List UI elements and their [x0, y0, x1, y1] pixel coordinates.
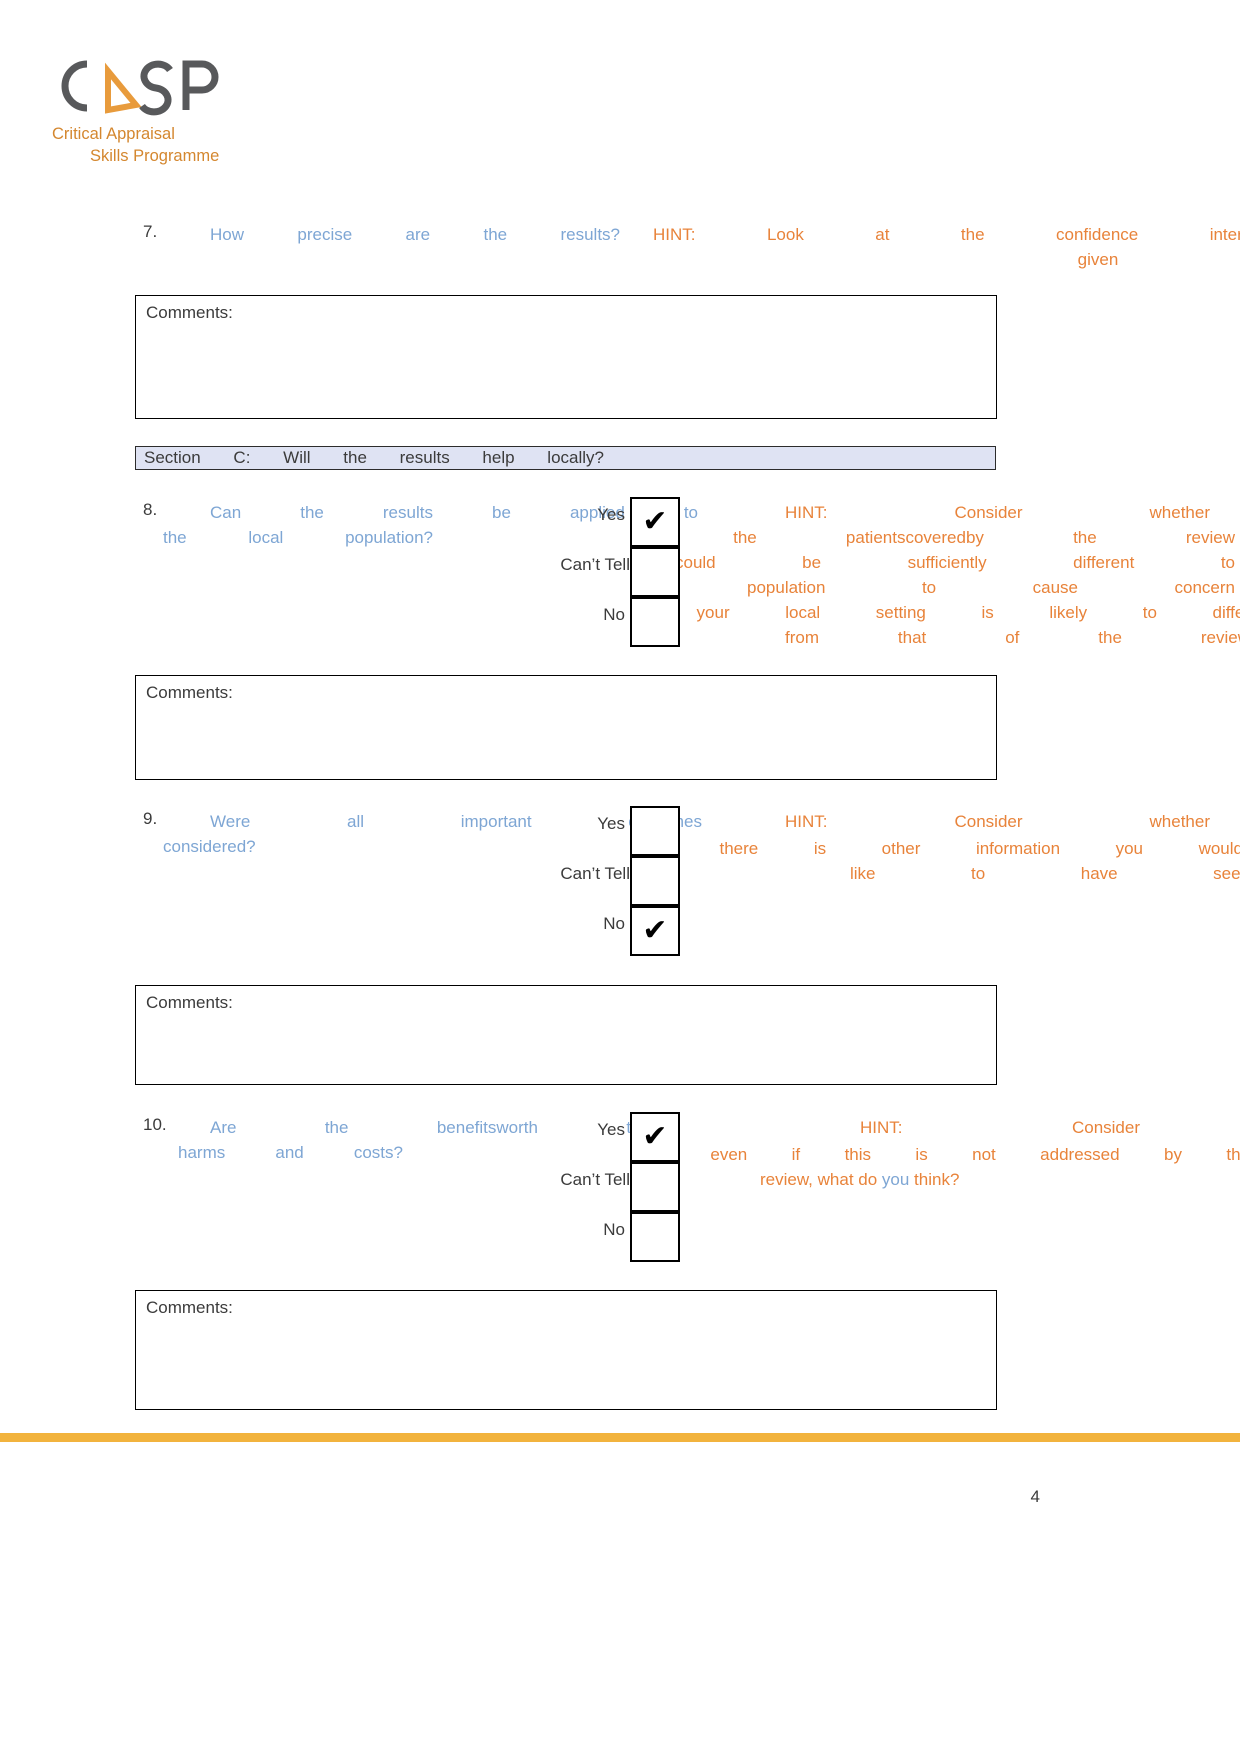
comments-box-9[interactable]: Comments: — [135, 985, 997, 1085]
question-10-answer-no-label: No — [603, 1220, 625, 1239]
question-10-checkbox-no[interactable] — [630, 1212, 680, 1262]
question-9-hint-line2: • there is other information you would — [658, 839, 1240, 858]
question-9-answers: Yes Can’t Tell No ✔ — [530, 806, 740, 956]
question-9-answer-yes[interactable]: Yes — [530, 806, 740, 856]
check-icon: ✔ — [642, 1119, 668, 1154]
logo-tagline-line1: Critical Appraisal — [52, 125, 175, 143]
question-8-hint-line4: population to cause concern — [747, 578, 1235, 597]
question-10-number: 10. — [143, 1115, 167, 1134]
question-8-checkbox-no[interactable] — [630, 597, 680, 647]
question-8-answer-no[interactable]: No — [530, 597, 740, 647]
question-10-hint-you: you — [881, 1170, 910, 1189]
question-9-answer-cant-tell[interactable]: Can’t Tell — [530, 856, 740, 906]
question-10-answer-cant-tell-label: Can’t Tell — [560, 1170, 630, 1189]
question-8-answer-cant-tell-label: Can’t Tell — [560, 555, 630, 574]
casp-wordmark-icon — [61, 60, 219, 116]
question-7-hint-line2: given — [1077, 250, 1119, 269]
comments-box-10[interactable]: Comments: — [135, 1290, 997, 1410]
question-7-number: 7. — [143, 222, 158, 241]
casp-logo-tagline: Critical Appraisal Skills Programme — [52, 123, 282, 167]
question-9-hint-line3: like to have seen — [850, 864, 1240, 883]
question-9-answer-yes-label: Yes — [597, 814, 625, 833]
question-7-hint-line1: HINT: Look at the confidence intervals — [653, 225, 1240, 244]
question-9-answer-no[interactable]: No ✔ — [530, 906, 740, 956]
question-10-hint-line3-a: review, what do — [760, 1170, 882, 1189]
check-icon: ✔ — [642, 913, 668, 948]
question-10-answers: Yes ✔ Can’t Tell No — [530, 1112, 740, 1262]
question-9-hint-line1: HINT: Consider whether — [785, 812, 1210, 831]
question-10-hint-line1: HINT: Consider — [860, 1118, 1140, 1137]
question-8-answer-no-label: No — [603, 605, 625, 624]
question-10-answer-cant-tell[interactable]: Can’t Tell — [530, 1162, 740, 1212]
section-c-bar: Section C: Will the results help locally… — [135, 446, 996, 470]
question-9-number: 9. — [143, 809, 158, 828]
question-9-text-line2: considered? — [163, 837, 256, 856]
question-9-checkbox-yes[interactable] — [630, 806, 680, 856]
question-10-checkbox-cant-tell[interactable] — [630, 1162, 680, 1212]
question-9-answer-cant-tell-label: Can’t Tell — [560, 864, 630, 883]
comments-label-7: Comments: — [146, 303, 233, 322]
comments-label-10: Comments: — [146, 1298, 233, 1317]
question-7-text: How precise are the results? — [210, 225, 620, 244]
comments-label-9: Comments: — [146, 993, 233, 1012]
footer-accent-bar — [0, 1433, 1240, 1442]
question-10-answer-yes-label: Yes — [597, 1120, 625, 1139]
question-8-hint-line6: from that of the review — [785, 628, 1240, 647]
question-9-answer-no-label: No — [603, 914, 625, 933]
question-8-hint-line3: could be sufficiently different to — [675, 553, 1235, 572]
question-10-answer-no[interactable]: No — [530, 1212, 740, 1262]
question-8-answer-yes-label: Yes — [597, 505, 625, 524]
check-icon: ✔ — [642, 504, 668, 539]
question-10-text-line2: harms and costs? — [178, 1143, 403, 1162]
question-10-hint-line2: • even if this is not addressed by the — [660, 1145, 1240, 1164]
question-8-number: 8. — [143, 500, 158, 519]
casp-logo-mark — [52, 55, 227, 117]
question-9-checkbox-no[interactable]: ✔ — [630, 906, 680, 956]
question-8-answer-yes[interactable]: Yes ✔ — [530, 497, 740, 547]
question-8-checkbox-cant-tell[interactable] — [630, 547, 680, 597]
question-9-checkbox-cant-tell[interactable] — [630, 856, 680, 906]
question-10-hint-line3: review, what do you think? — [760, 1167, 1230, 1192]
page-number: 4 — [1030, 1487, 1040, 1506]
comments-label-8: Comments: — [146, 683, 233, 702]
comments-box-8[interactable]: Comments: — [135, 675, 997, 780]
casp-logo: Critical Appraisal Skills Programme — [52, 55, 312, 175]
question-10-checkbox-yes[interactable]: ✔ — [630, 1112, 680, 1162]
question-8-text-line2: the local population? — [163, 528, 433, 547]
comments-box-7[interactable]: Comments: — [135, 295, 997, 419]
question-10-hint-line3-b: think? — [909, 1170, 960, 1189]
question-8-answers: Yes ✔ Can’t Tell No — [530, 497, 740, 647]
logo-tagline-line2: Skills Programme — [90, 147, 220, 165]
question-8-hint-line1: HINT: Consider whether — [785, 503, 1210, 522]
question-8-checkbox-yes[interactable]: ✔ — [630, 497, 680, 547]
section-c-title: Section C: Will the results help locally… — [144, 448, 604, 467]
question-8-answer-cant-tell[interactable]: Can’t Tell — [530, 547, 740, 597]
question-10-answer-yes[interactable]: Yes ✔ — [530, 1112, 740, 1162]
